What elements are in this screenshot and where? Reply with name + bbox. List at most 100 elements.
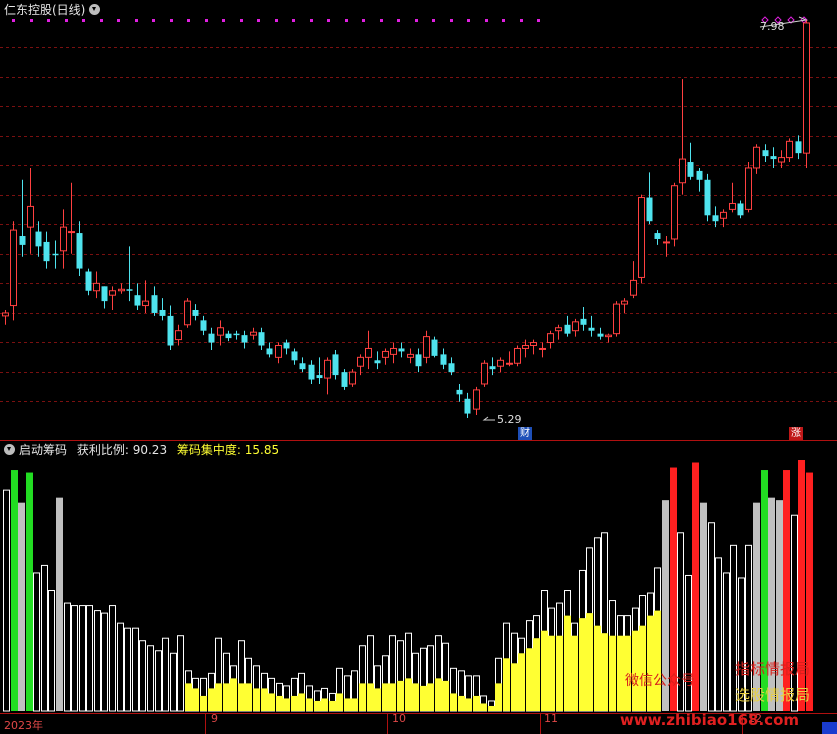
chip-bar-yellow bbox=[571, 635, 578, 711]
candle-body-up bbox=[184, 300, 191, 326]
candle-body-down bbox=[233, 333, 240, 336]
candle-body-down bbox=[159, 309, 166, 316]
signal-dot bbox=[415, 19, 418, 22]
watermark-url: www.zhibiao168.com bbox=[620, 711, 800, 729]
axis-label-sep: 9 bbox=[211, 712, 218, 725]
candle-body-up bbox=[118, 288, 125, 292]
concentration-label: 筹码集中度: bbox=[176, 443, 241, 457]
candle-body-down bbox=[646, 197, 653, 222]
chip-bar-yellow bbox=[329, 700, 336, 711]
chip-bar-outline bbox=[147, 645, 154, 712]
candle-body-up bbox=[753, 146, 760, 169]
candle-body-up bbox=[803, 22, 810, 154]
chip-bar-yellow bbox=[314, 700, 321, 711]
chip-bar-yellow bbox=[185, 683, 192, 711]
candle-body-down bbox=[762, 150, 769, 157]
chart-title: 仁东控股(日线) bbox=[4, 2, 101, 18]
candle-body-down bbox=[456, 389, 463, 395]
chevron-down-icon[interactable] bbox=[4, 444, 15, 455]
signal-dot bbox=[240, 19, 243, 22]
candle-body-down bbox=[795, 141, 802, 154]
signal-dots bbox=[12, 16, 808, 24]
candle-body-down bbox=[299, 363, 306, 370]
axis-label-year: 2023年 bbox=[4, 719, 43, 732]
candle-body-up bbox=[390, 347, 397, 355]
chip-bar-yellow bbox=[586, 613, 593, 711]
chip-bar-solid bbox=[753, 502, 760, 711]
candle-body-up bbox=[365, 347, 372, 358]
signal-dot bbox=[485, 19, 488, 22]
indicator-name[interactable]: 启动筹码 bbox=[19, 443, 67, 457]
chip-bar-yellow bbox=[245, 683, 252, 711]
signal-dot bbox=[117, 19, 120, 22]
candle-body-down bbox=[76, 233, 83, 269]
signal-dot bbox=[170, 19, 173, 22]
chip-bar-yellow bbox=[533, 638, 540, 711]
signal-dot bbox=[12, 19, 15, 22]
chip-bar-outline bbox=[79, 605, 86, 712]
candle-body-up bbox=[357, 356, 364, 367]
candle-body-up bbox=[473, 389, 480, 410]
signal-dot bbox=[257, 19, 260, 22]
candle-body-up bbox=[324, 359, 331, 379]
candle-body-up bbox=[68, 231, 75, 234]
chip-bar-yellow bbox=[495, 683, 502, 711]
candlestick-series[interactable] bbox=[2, 20, 810, 418]
chip-bar-yellow bbox=[594, 625, 601, 711]
chip-bar-yellow bbox=[488, 705, 495, 711]
chip-bar-yellow bbox=[435, 678, 442, 711]
signal-dot bbox=[275, 19, 278, 22]
candle-body-up bbox=[217, 327, 224, 336]
candle-body-up bbox=[630, 279, 637, 296]
chip-bar-outline bbox=[708, 522, 715, 712]
signal-dot bbox=[432, 19, 435, 22]
chip-bar-outline bbox=[117, 622, 124, 712]
signal-dot bbox=[467, 19, 470, 22]
signal-dot bbox=[380, 19, 383, 22]
chip-bar-yellow bbox=[556, 635, 563, 711]
candle-body-down bbox=[200, 320, 207, 331]
candle-body-down bbox=[489, 366, 496, 370]
chip-bar-yellow bbox=[458, 695, 465, 711]
candle-body-down bbox=[588, 327, 595, 331]
chip-bar-yellow bbox=[336, 693, 343, 711]
candle-body-up bbox=[621, 300, 628, 305]
candle-body-down bbox=[564, 324, 571, 334]
chip-bar-outline bbox=[101, 612, 108, 712]
candle-body-up bbox=[250, 331, 257, 336]
finance-tag[interactable]: 财 bbox=[518, 427, 532, 440]
chip-bar-solid bbox=[56, 497, 63, 711]
high-price-label: 7.98 bbox=[760, 20, 785, 33]
chip-bar-yellow bbox=[526, 648, 533, 711]
panel-corner-button[interactable] bbox=[822, 722, 837, 734]
chip-bar-yellow bbox=[412, 683, 419, 711]
signal-dot bbox=[292, 19, 295, 22]
chip-bar-yellow bbox=[351, 698, 358, 711]
candle-body-up bbox=[679, 158, 686, 184]
candle-body-down bbox=[291, 351, 298, 361]
candle-body-up bbox=[109, 290, 116, 296]
chip-bar-outline bbox=[170, 652, 177, 712]
chip-bar-yellow bbox=[306, 698, 313, 711]
candle-body-down bbox=[134, 295, 141, 306]
chip-bar-yellow bbox=[427, 683, 434, 711]
profit-ratio-value: 90.23 bbox=[132, 443, 168, 457]
candle-body-down bbox=[431, 339, 438, 356]
signal-dot bbox=[362, 19, 365, 22]
chip-bar-outline bbox=[791, 514, 798, 712]
candle-body-up bbox=[514, 347, 521, 364]
chip-bar-solid bbox=[776, 500, 783, 711]
candle-body-down bbox=[225, 333, 232, 339]
chevron-down-icon[interactable] bbox=[89, 4, 101, 15]
chip-bar-yellow bbox=[359, 683, 366, 711]
candle-body-down bbox=[316, 375, 323, 379]
chip-bar-outline bbox=[33, 572, 40, 712]
candle-body-down bbox=[712, 215, 719, 222]
chip-bar-yellow bbox=[389, 683, 396, 711]
candle-body-up bbox=[142, 300, 149, 307]
signal-dot bbox=[345, 19, 348, 22]
chip-bar-outline bbox=[177, 635, 184, 712]
limit-up-tag[interactable]: 涨 bbox=[789, 427, 803, 440]
signal-dot bbox=[30, 19, 33, 22]
signal-dot bbox=[100, 19, 103, 22]
